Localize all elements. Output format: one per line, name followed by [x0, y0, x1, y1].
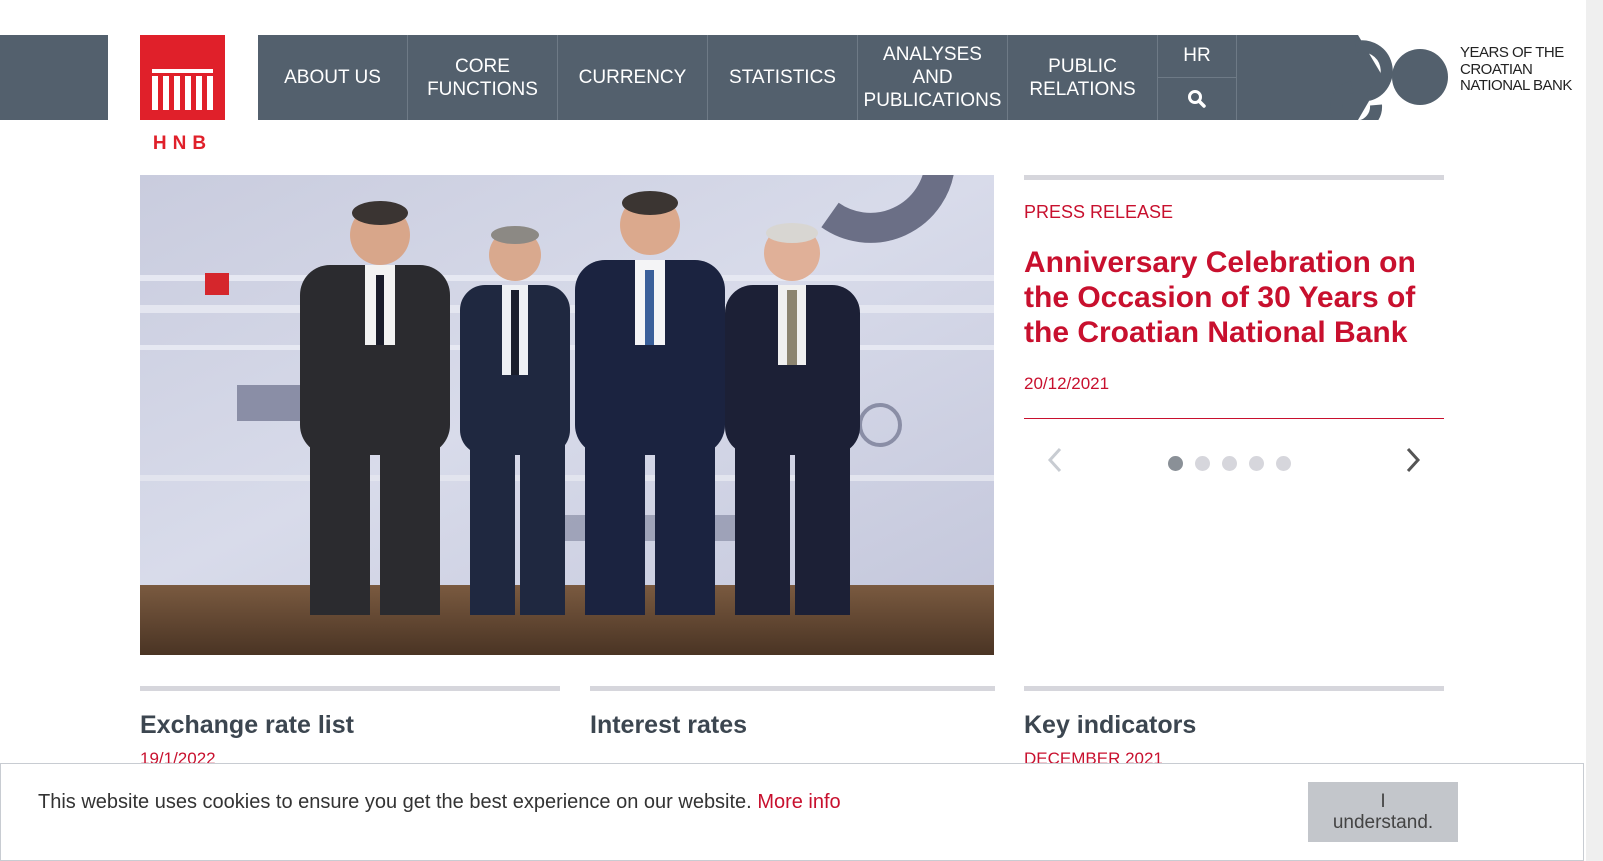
hero-photo[interactable] [140, 175, 994, 655]
nav-analyses-publications[interactable]: ANALYSES AND PUBLICATIONS [858, 35, 1008, 120]
slider-dot-1[interactable] [1168, 456, 1183, 471]
bank-columns-icon [152, 69, 213, 110]
nav-public-relations[interactable]: PUBLIC RELATIONS [1008, 35, 1158, 120]
search-icon [1188, 90, 1206, 108]
exchange-rate-title[interactable]: Exchange rate list [140, 711, 354, 740]
anniversary-caption: YEARS OF THE CROATIAN NATIONAL BANK [1460, 44, 1572, 94]
nav-currency[interactable]: CURRENCY [558, 35, 708, 120]
nav-left-block [0, 35, 108, 120]
cookie-accept-button[interactable]: I understand. [1308, 782, 1458, 842]
hnb-logo[interactable] [140, 35, 225, 120]
press-divider [1024, 418, 1444, 419]
slider-dot-2[interactable] [1195, 456, 1210, 471]
nav-utility: HR [1158, 35, 1237, 120]
anniversary-30-logo [1328, 35, 1448, 120]
slider-next-button[interactable] [1398, 445, 1428, 475]
interest-rates-bar [590, 686, 995, 691]
slider-dot-4[interactable] [1249, 456, 1264, 471]
nav-core-functions[interactable]: CORE FUNCTIONS [408, 35, 558, 120]
key-indicators-bar [1024, 686, 1444, 691]
nav-statistics[interactable]: STATISTICS [708, 35, 858, 120]
nav-about-us[interactable]: ABOUT US [258, 35, 408, 120]
press-release-title[interactable]: Anniversary Celebration on the Occasion … [1024, 245, 1444, 350]
main-navigation: ABOUT US CORE FUNCTIONS CURRENCY STATIST… [258, 35, 1350, 120]
search-button[interactable] [1158, 78, 1236, 120]
slider-dot-3[interactable] [1222, 456, 1237, 471]
logo-wordmark: HNB [152, 133, 213, 154]
slider-dot-5[interactable] [1276, 456, 1291, 471]
press-release-label: PRESS RELEASE [1024, 202, 1174, 222]
cookie-more-info-link[interactable]: More info [757, 791, 840, 813]
exchange-rate-bar [140, 686, 560, 691]
chevron-left-icon [1047, 447, 1062, 473]
hero-image [140, 175, 994, 655]
language-switch[interactable]: HR [1158, 35, 1236, 78]
cookie-message: This website uses cookies to ensure you … [38, 791, 841, 814]
chevron-right-icon [1406, 447, 1421, 473]
press-top-bar [1024, 175, 1444, 180]
cookie-text: This website uses cookies to ensure you … [38, 791, 752, 813]
slider-dots [1168, 456, 1291, 471]
key-indicators-title[interactable]: Key indicators [1024, 711, 1196, 740]
interest-rates-title[interactable]: Interest rates [590, 711, 747, 740]
page-scrollbar[interactable] [1586, 0, 1603, 861]
slider-prev-button[interactable] [1040, 445, 1070, 475]
press-release-date: 20/12/2021 [1024, 374, 1110, 393]
